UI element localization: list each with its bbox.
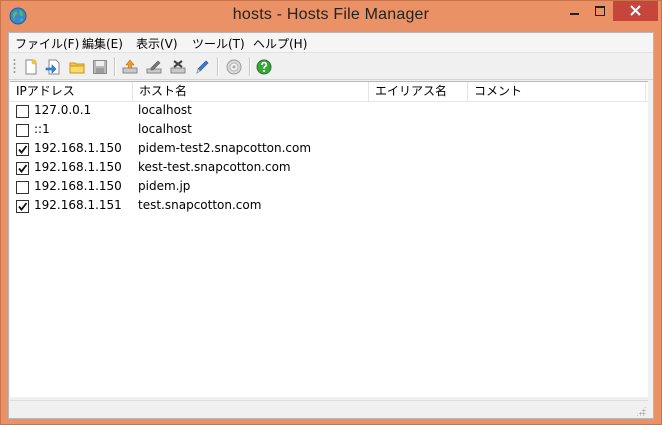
hostname-cell: test.snapcotton.com [138, 198, 262, 212]
maximize-button[interactable] [587, 1, 613, 21]
hostname-cell: kest-test.snapcotton.com [138, 160, 291, 174]
column-header-comment[interactable]: コメント [468, 82, 646, 102]
status-bar [10, 400, 648, 418]
ip-address-cell: 192.168.1.150 [34, 141, 122, 155]
pen-icon [196, 60, 209, 74]
help-button[interactable] [254, 57, 274, 76]
ip-address-cell: 127.0.0.1 [34, 103, 92, 117]
row-checkbox[interactable] [16, 200, 29, 213]
table-row[interactable]: 192.168.1.150 pidem.jp [10, 178, 648, 197]
toolbar [9, 53, 653, 80]
delete-entry-icon [170, 60, 186, 74]
close-icon [630, 5, 641, 16]
table-row[interactable]: 192.168.1.150 pidem-test2.snapcotton.com [10, 140, 648, 159]
ip-address-cell: 192.168.1.150 [34, 160, 122, 174]
row-checkbox[interactable] [16, 143, 29, 156]
toolbar-separator [114, 57, 115, 76]
menu-edit[interactable]: 編集(E) [80, 35, 125, 52]
help-icon [256, 59, 272, 75]
minimize-button[interactable] [561, 1, 587, 21]
open-folder-icon [69, 62, 85, 74]
app-window: hosts - Hosts File Manager ファイル(F) 編集(E)… [0, 0, 662, 425]
toolbar-separator [249, 57, 250, 76]
list-header: IPアドレス ホスト名 エイリアス名 コメント [10, 82, 648, 102]
ip-address-cell: 192.168.1.151 [34, 198, 122, 212]
ip-address-cell: ::1 [34, 122, 50, 136]
checkmark-icon [18, 145, 28, 154]
import-icon [45, 59, 60, 75]
delete-entry-button[interactable] [168, 57, 188, 76]
column-header-ip[interactable]: IPアドレス [10, 82, 133, 102]
menu-file[interactable]: ファイル(F) [13, 35, 81, 52]
toolbar-separator [217, 57, 218, 76]
settings-button[interactable] [224, 57, 244, 76]
resize-grip[interactable] [636, 406, 646, 416]
menu-view[interactable]: 表示(V) [134, 35, 180, 52]
new-button[interactable] [21, 57, 41, 76]
pen-button[interactable] [192, 57, 212, 76]
hostname-cell: localhost [138, 103, 192, 117]
hostname-cell: pidem-test2.snapcotton.com [138, 141, 312, 155]
import-button[interactable] [43, 57, 63, 76]
open-button[interactable] [67, 57, 87, 76]
row-checkbox[interactable] [16, 181, 29, 194]
add-entry-button[interactable] [120, 57, 140, 76]
hostname-cell: pidem.jp [138, 179, 191, 193]
add-entry-icon [122, 59, 138, 74]
menu-help[interactable]: ヘルプ(H) [251, 35, 309, 52]
table-row[interactable]: 192.168.1.150 kest-test.snapcotton.com [10, 159, 648, 178]
table-row[interactable]: ::1 localhost [10, 121, 648, 140]
settings-disc-icon [226, 59, 242, 75]
column-header-host[interactable]: ホスト名 [133, 82, 369, 102]
save-icon [93, 60, 107, 74]
row-checkbox[interactable] [16, 162, 29, 175]
table-row[interactable]: 127.0.0.1 localhost [10, 102, 648, 121]
hosts-list[interactable]: IPアドレス ホスト名 エイリアス名 コメント 127.0.0.1 localho… [10, 81, 648, 397]
toolbar-grip[interactable] [13, 58, 16, 75]
ip-address-cell: 192.168.1.150 [34, 179, 122, 193]
table-row[interactable]: 192.168.1.151 test.snapcotton.com [10, 197, 648, 216]
title-bar[interactable]: hosts - Hosts File Manager [1, 1, 661, 32]
checkmark-icon [18, 202, 28, 211]
edit-entry-button[interactable] [144, 57, 164, 76]
save-button[interactable] [90, 57, 110, 76]
edit-entry-icon [146, 60, 162, 74]
menu-bar: ファイル(F) 編集(E) 表示(V) ツール(T) ヘルプ(H) [9, 33, 653, 53]
row-checkbox[interactable] [16, 124, 29, 137]
checkmark-icon [18, 164, 28, 173]
column-header-alias[interactable]: エイリアス名 [369, 82, 468, 102]
client-area: ファイル(F) 編集(E) 表示(V) ツール(T) ヘルプ(H) IPアドレス… [8, 32, 654, 419]
new-file-icon [25, 59, 37, 75]
hostname-cell: localhost [138, 122, 192, 136]
row-checkbox[interactable] [16, 105, 29, 118]
close-button[interactable] [613, 1, 658, 21]
menu-tools[interactable]: ツール(T) [190, 35, 247, 52]
